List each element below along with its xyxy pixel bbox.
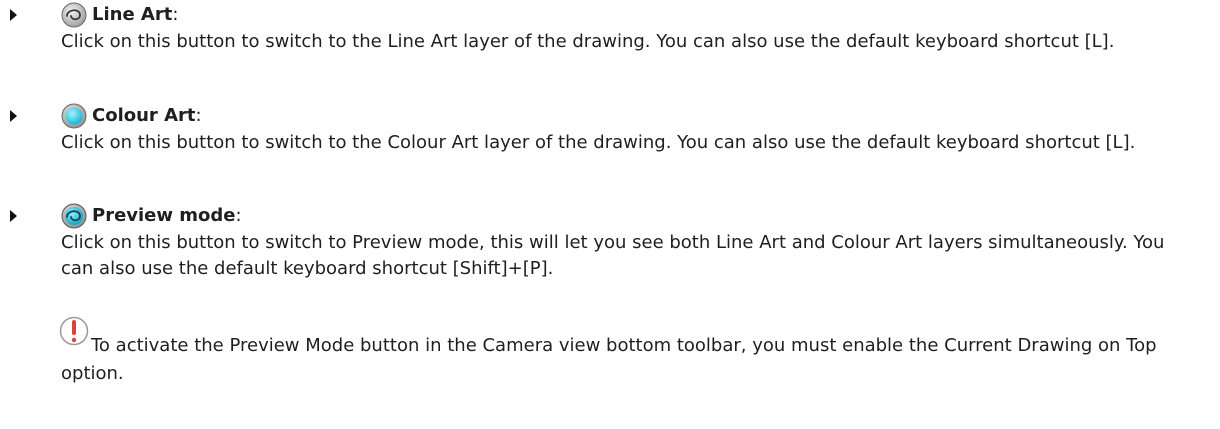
item-heading: Colour Art: xyxy=(61,101,202,131)
line-art-icon xyxy=(61,2,87,28)
item-colon: : xyxy=(195,105,202,126)
bullet-arrow-icon xyxy=(10,210,17,222)
item-heading: Line Art: xyxy=(61,0,178,30)
note-text: To activate the Preview Mode button in t… xyxy=(61,335,1157,384)
item-description: Click on this button to switch to Previe… xyxy=(61,232,1165,279)
item-title: Colour Art xyxy=(92,105,196,126)
bullet-arrow-icon xyxy=(10,9,17,21)
bullet-arrow-icon xyxy=(10,110,17,122)
documentation-page: Line Art: Click on this button to switch… xyxy=(0,0,1220,429)
item-title: Preview mode xyxy=(92,205,236,226)
item-description: Click on this button to switch to the Co… xyxy=(61,132,1136,153)
item-heading: Preview mode: xyxy=(61,201,242,231)
preview-mode-icon xyxy=(61,203,87,229)
item-colon: : xyxy=(172,4,179,25)
colour-art-icon xyxy=(61,103,87,129)
item-description: Click on this button to switch to the Li… xyxy=(61,31,1115,52)
item-title: Line Art xyxy=(92,4,173,25)
item-colon: : xyxy=(235,205,242,226)
